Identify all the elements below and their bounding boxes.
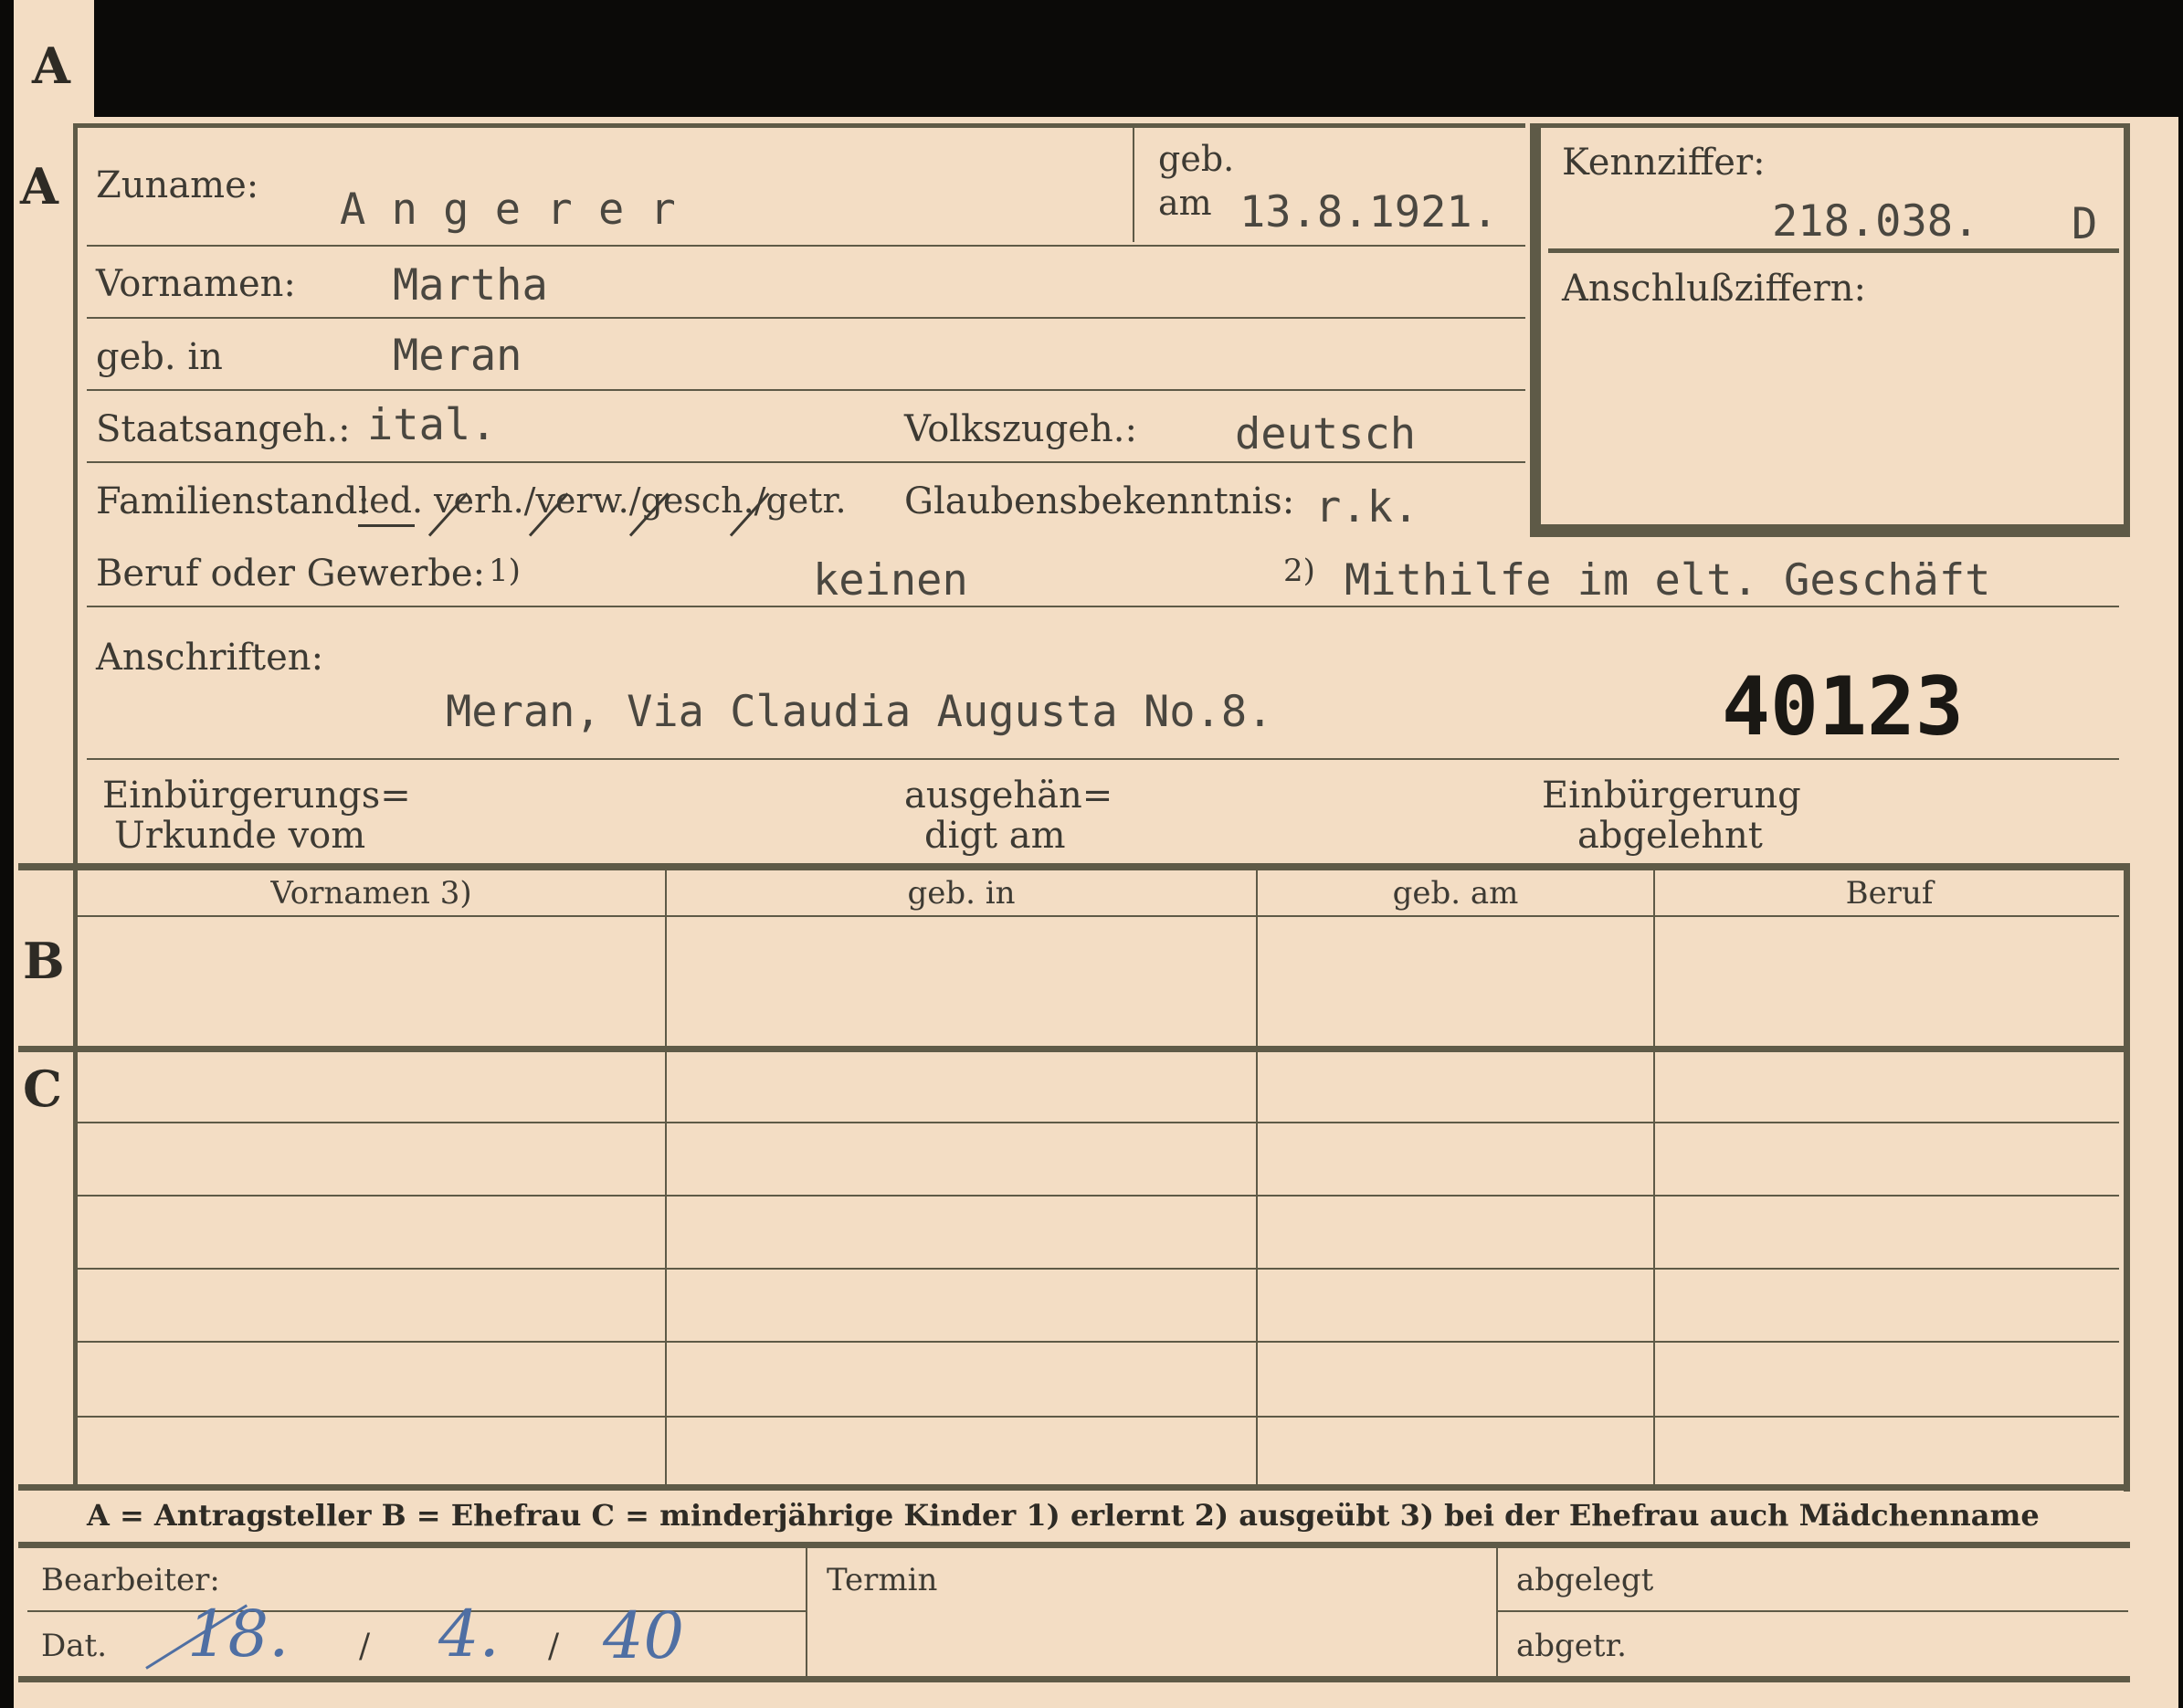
ethnicity-label: Volkszugeh.: [904, 408, 1137, 450]
refused-label-1: Einbürgerung [1542, 775, 1801, 817]
table-top-rule [18, 863, 2130, 870]
registration-card [14, 117, 2178, 1708]
clerk-rule [27, 1610, 806, 1612]
id-suffix: D [2072, 199, 2098, 249]
ethnicity-value: deutsch [1235, 409, 1417, 459]
legend: A = Antragsteller B = Ehefrau C = minder… [87, 1498, 2040, 1533]
row-rule-6 [87, 606, 2119, 607]
id-label: Kennziffer: [1562, 142, 1766, 184]
section-b-c-rule [18, 1046, 2130, 1052]
date-separator-2: / [548, 1628, 560, 1665]
marital-label: Familienstand: [96, 480, 370, 522]
birthplace-label: geb. in [96, 336, 223, 378]
first-names-value: Martha [393, 260, 548, 311]
surname-value: A n g e r e r [340, 185, 676, 235]
footer-divider-1 [806, 1548, 807, 1676]
top-rule [73, 123, 1525, 128]
row-rule-1 [87, 245, 1525, 247]
date-month: 4. [438, 1597, 500, 1671]
occupation-practiced: Mithilfe im elt. Geschäft [1345, 555, 1991, 606]
c-row-rule-4 [78, 1341, 2119, 1343]
religion-value: r.k. [1315, 482, 1419, 532]
col-divider-2 [1256, 870, 1258, 1484]
c-row-rule-3 [78, 1268, 2119, 1270]
address-label: Anschriften: [96, 637, 324, 679]
row-rule-7 [87, 758, 2119, 760]
citizenship-value: ital. [367, 400, 497, 450]
row-rule-4 [87, 461, 1525, 463]
birthplace-value: Meran [393, 331, 522, 381]
birthdate-divider [1133, 128, 1134, 242]
birthdate-label-1: geb. [1158, 139, 1235, 179]
certificate-label-2: Urkunde vom [114, 815, 366, 857]
signed-label: abgetr. [1516, 1628, 1627, 1664]
footer-divider-2 [1496, 1548, 1498, 1676]
footer-top-rule [18, 1542, 2130, 1548]
col-divider-3 [1653, 870, 1655, 1484]
index-tab: A [14, 0, 94, 122]
id-value: 218.038. [1772, 196, 1979, 247]
legend-top-rule [18, 1484, 2130, 1491]
deadline-label: Termin [827, 1562, 938, 1598]
issued-label-1: ausgehän= [904, 775, 1113, 817]
id-box-top [1530, 123, 2128, 128]
id-box-divider [1548, 248, 2119, 253]
c-row-rule-2 [78, 1195, 2119, 1197]
row-rule-2 [87, 317, 1525, 319]
stamp-number: 40123 [1722, 659, 1964, 754]
surname-label: Zuname: [96, 164, 259, 206]
marital-rest: verh./verw./gesch./getr. [434, 480, 847, 521]
occupation-label: Beruf oder Gewerbe: [96, 553, 486, 595]
certificate-label-1: Einbürgerungs= [102, 775, 411, 817]
table-left-rule [73, 870, 78, 1484]
filed-rule [1498, 1610, 2128, 1612]
address-value: Meran, Via Claudia Augusta No.8. [446, 687, 1273, 737]
table-right-rule [2124, 863, 2130, 1492]
religion-label: Glaubensbekenntnis: [904, 480, 1295, 522]
marital-underline [358, 524, 415, 527]
c-row-rule-5 [78, 1416, 2119, 1418]
column-occupation: Beruf [1845, 875, 1934, 912]
birthdate-value: 13.8.1921. [1239, 187, 1498, 237]
id-box-bottom [1530, 524, 2130, 537]
occupation-learned: keinen [813, 555, 968, 606]
id-box-left [1530, 128, 1541, 537]
occupation-note-2: 2) [1283, 553, 1315, 589]
clerk-label: Bearbeiter: [41, 1562, 220, 1598]
section-letter-tab: A [32, 37, 70, 95]
left-margin-rule [73, 123, 78, 863]
c-row-rule-1 [78, 1122, 2119, 1123]
additional-ids-label: Anschlußziffern: [1562, 268, 1866, 310]
col-divider-1 [665, 870, 667, 1484]
occupation-note-1: 1) [489, 553, 521, 589]
header-underline [78, 915, 2119, 917]
birthdate-label-2: am [1158, 183, 1212, 223]
citizenship-label: Staatsangeh.: [96, 408, 351, 450]
column-birthplace: geb. in [907, 875, 1016, 912]
row-rule-3 [87, 389, 1525, 391]
column-birthdate: geb. am [1392, 875, 1519, 912]
column-first-names: Vornamen 3) [270, 875, 472, 912]
section-letter-a: A [20, 157, 58, 216]
section-letter-b: B [23, 932, 65, 990]
date-label: Dat. [41, 1628, 108, 1664]
footer-bottom-rule [18, 1676, 2130, 1682]
id-box-right [2124, 123, 2130, 537]
date-year: 40 [603, 1598, 685, 1673]
marital-selected: led. [358, 480, 424, 521]
section-letter-c: C [23, 1060, 62, 1118]
filed-label: abgelegt [1516, 1562, 1654, 1598]
date-separator-1: / [359, 1628, 371, 1665]
first-names-label: Vornamen: [96, 263, 296, 305]
issued-label-2: digt am [924, 815, 1066, 857]
refused-label-2: abgelehnt [1577, 815, 1763, 857]
